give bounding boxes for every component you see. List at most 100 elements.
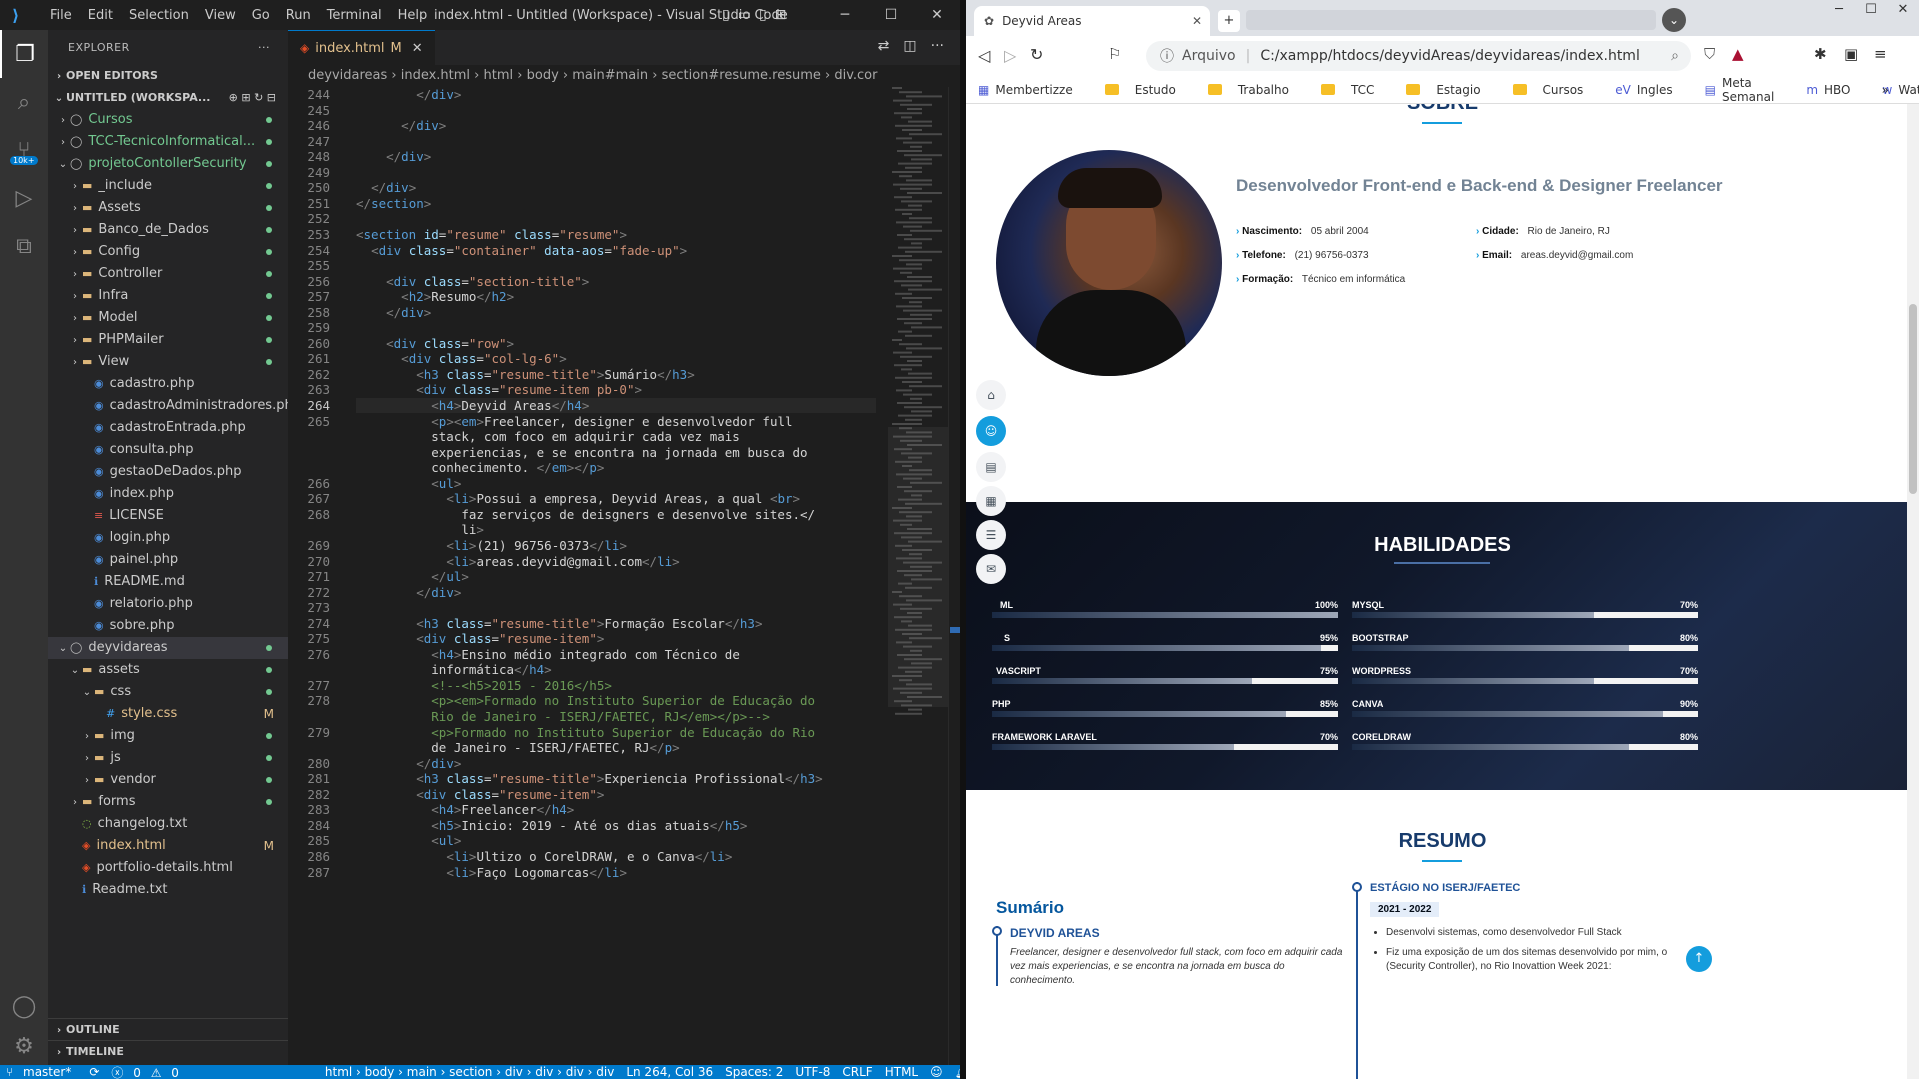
forward-icon[interactable]: ▷ xyxy=(1004,46,1016,65)
code-line[interactable]: <section id="resume" class="resume"> xyxy=(356,227,627,242)
browser-maximize-button[interactable]: ☐ xyxy=(1855,0,1887,20)
indentation[interactable]: Spaces: 2 xyxy=(719,1065,789,1079)
tree-item[interactable]: ◉ sobre.php xyxy=(48,615,288,637)
code-line[interactable]: </div> xyxy=(356,180,416,195)
tree-item[interactable]: ◉ cadastroAdministradores.php xyxy=(48,395,288,417)
code-line[interactable]: <div class="resume-item"> xyxy=(356,787,604,802)
wallet-icon[interactable]: ▣ xyxy=(1844,45,1858,63)
nav-portfolio-icon[interactable]: ▦ xyxy=(976,486,1006,516)
code-line[interactable]: <li>areas.deyvid@gmail.com</li> xyxy=(356,554,679,569)
tree-item[interactable]: › ◯ Cursos xyxy=(48,109,288,131)
close-window-button[interactable]: ✕ xyxy=(914,0,960,30)
bookmark-cursos[interactable]: Cursos xyxy=(1512,83,1600,97)
sync-icon[interactable]: ⟳ xyxy=(83,1065,105,1079)
menu-view[interactable]: View xyxy=(197,8,244,23)
code-line[interactable]: <li>Possui a empresa, Deyvid Areas, a qu… xyxy=(356,491,800,506)
code-line[interactable]: </div> xyxy=(356,756,461,771)
code-line[interactable]: </section> xyxy=(356,196,431,211)
bookmark-trabalho[interactable]: Trabalho xyxy=(1207,83,1305,97)
tree-item[interactable]: › ▬ vendor xyxy=(48,769,288,791)
tree-item[interactable]: ◉ gestaoDeDados.php xyxy=(48,461,288,483)
breadcrumb-item[interactable]: div.cor xyxy=(834,68,877,83)
code-line[interactable]: </div> xyxy=(356,118,446,133)
cursor-position[interactable]: Ln 264, Col 36 xyxy=(620,1065,719,1079)
code-line[interactable]: <div class="section-title"> xyxy=(356,274,589,289)
code-line[interactable]: <div class="col-lg-6"> xyxy=(356,351,567,366)
code-line[interactable]: <ul> xyxy=(356,833,461,848)
code-line[interactable]: <p><em>Freelancer, designer e desenvolve… xyxy=(356,414,792,429)
line-endings[interactable]: CRLF xyxy=(836,1065,878,1079)
nav-home-icon[interactable]: ⌂ xyxy=(976,380,1006,410)
maximize-button[interactable]: ☐ xyxy=(868,0,914,30)
info-icon[interactable]: ⓘ xyxy=(1160,46,1174,66)
breadcrumb-item[interactable]: body xyxy=(527,68,559,83)
code-line[interactable]: </div> xyxy=(356,87,461,102)
notifications-icon[interactable]: 🔔︎ xyxy=(949,1065,960,1079)
tab-search-icon[interactable]: ⌄ xyxy=(1662,8,1686,32)
close-tab-icon[interactable]: ✕ xyxy=(412,41,423,56)
settings-gear-icon[interactable]: ⚙ xyxy=(0,1022,48,1070)
breadcrumb-item[interactable]: deyvidareas xyxy=(308,68,387,83)
tree-item[interactable]: › ▬ forms xyxy=(48,791,288,813)
minimize-button[interactable]: ─ xyxy=(822,0,868,30)
bookmark-hbo[interactable]: m HBO xyxy=(1806,83,1866,97)
nav-about-icon[interactable]: ☺ xyxy=(976,416,1006,446)
browser-close-button[interactable]: ✕ xyxy=(1887,0,1919,20)
code-line[interactable]: <h2>Resumo</h2> xyxy=(356,289,514,304)
code-line[interactable]: <h4>Freelancer</h4> xyxy=(356,802,574,817)
bookmark-membertizze[interactable]: ▦ Membertizze xyxy=(978,83,1089,97)
search-icon[interactable]: ⌕ xyxy=(0,78,48,126)
code-line[interactable]: stack, com foco em adquirir cada vez mai… xyxy=(356,429,740,444)
browser-minimize-button[interactable]: ─ xyxy=(1823,0,1855,20)
brave-shield-icon[interactable]: ⛉ xyxy=(1704,45,1715,63)
tree-item[interactable]: › ▬ Controller xyxy=(48,263,288,285)
code-line[interactable]: <p>Formado no Instituto Superior de Educ… xyxy=(356,725,815,740)
tree-item[interactable]: ◉ relatorio.php xyxy=(48,593,288,615)
tree-item[interactable]: ◉ login.php xyxy=(48,527,288,549)
branch-status[interactable]: ⑂ master* xyxy=(0,1065,83,1079)
zoom-icon[interactable]: ⌕ xyxy=(1671,48,1679,64)
tree-item[interactable]: ⌄ ▬ assets xyxy=(48,659,288,681)
tree-item[interactable]: › ▬ Banco_de_Dados xyxy=(48,219,288,241)
problems-status[interactable]: ⓧ 0 ⚠ 0 xyxy=(105,1065,191,1079)
code-line[interactable]: de Janeiro - ISERJ/FAETEC, RJ</p> xyxy=(356,740,679,755)
breadcrumb-item[interactable]: html xyxy=(484,68,514,83)
tree-item[interactable]: › ▬ img xyxy=(48,725,288,747)
tree-item[interactable]: ℹ README.md xyxy=(48,571,288,593)
tree-item[interactable]: ◉ consulta.php xyxy=(48,439,288,461)
code-line[interactable]: <li>Ultizo o CorelDRAW, e o Canva</li> xyxy=(356,849,732,864)
bookmarks-more-icon[interactable]: » xyxy=(1882,83,1889,97)
code-line[interactable]: <h3 class="resume-title">Experiencia Pro… xyxy=(356,771,822,786)
menu-file[interactable]: File xyxy=(42,8,80,23)
tree-item[interactable]: › ▬ _include xyxy=(48,175,288,197)
more-actions-icon[interactable]: ··· xyxy=(258,30,270,65)
code-line[interactable]: <h3 class="resume-title">Sumário</h3> xyxy=(356,367,695,382)
tree-item[interactable]: ℹ Readme.txt xyxy=(48,879,288,901)
split-editor-icon[interactable]: ◫ xyxy=(903,38,916,54)
tree-item[interactable]: ◉ cadastroEntrada.php xyxy=(48,417,288,439)
workspace-section[interactable]: ⌄ UNTITLED (WORKSPA... ⊕ ⊞ ↻ ⊟ xyxy=(48,87,288,109)
encoding[interactable]: UTF-8 xyxy=(789,1065,836,1079)
editor-more-icon[interactable]: ··· xyxy=(931,38,944,54)
breadcrumb-item[interactable]: index.html xyxy=(401,68,470,83)
tree-item[interactable]: ◈ index.html M xyxy=(48,835,288,857)
toggle-sidebar-icon[interactable]: ▯ xyxy=(722,7,730,23)
new-tab-button[interactable]: + xyxy=(1218,10,1240,32)
bookmark-estagio[interactable]: Estagio xyxy=(1406,83,1496,97)
outline-section[interactable]: › OUTLINE xyxy=(48,1018,288,1040)
browser-tab-active[interactable]: ✿ Deyvid Areas ✕ xyxy=(974,6,1210,36)
page-scrollbar[interactable] xyxy=(1907,104,1919,1079)
code-line[interactable]: conhecimento. </em></p> xyxy=(356,460,604,475)
code-line[interactable]: Rio de Janeiro - ISERJ/FAETEC, RJ</em></… xyxy=(356,709,770,724)
breadcrumb-item[interactable]: section#resume.resume xyxy=(662,68,821,83)
breadcrumb-item[interactable]: main#main xyxy=(572,68,648,83)
tree-item[interactable]: › ▬ Assets xyxy=(48,197,288,219)
menu-terminal[interactable]: Terminal xyxy=(319,8,390,23)
address-bar[interactable]: ⓘ Arquivo | C:/xampp/htdocs/deyvidAreas/… xyxy=(1146,41,1691,71)
tree-item[interactable]: › ▬ PHPMailer xyxy=(48,329,288,351)
code-line[interactable]: <div class="resume-item pb-0"> xyxy=(356,382,642,397)
code-line[interactable]: <h3 class="resume-title">Formação Escola… xyxy=(356,616,762,631)
code-line[interactable]: </ul> xyxy=(356,569,469,584)
menu-selection[interactable]: Selection xyxy=(121,8,197,23)
code-line[interactable]: </div> xyxy=(356,149,431,164)
